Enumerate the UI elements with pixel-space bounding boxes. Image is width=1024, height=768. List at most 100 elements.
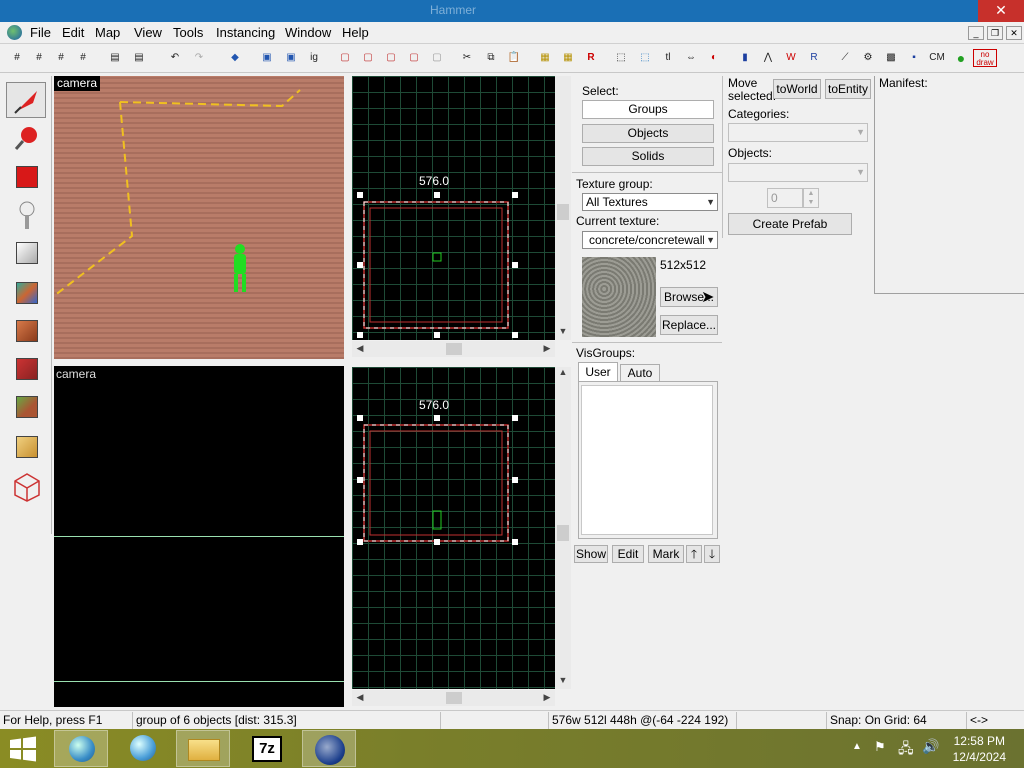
visgroups-mark-button[interactable]: Mark [648,545,684,563]
taskbar-7zip[interactable]: 7z [240,730,294,767]
cut-icon[interactable]: ✂ [458,49,476,67]
side-viewport-hscroll[interactable]: ◀ ▶ [352,690,555,706]
visgroups-edit-button[interactable]: Edit [612,545,644,563]
taskbar-ie-app[interactable] [116,730,170,767]
smoothing-icon[interactable]: ⟋ [836,49,854,67]
menu-tools[interactable]: Tools [173,25,203,40]
taskbar-file-explorer[interactable] [176,730,230,767]
decal-tool-icon[interactable] [6,350,46,386]
menu-view[interactable]: View [134,25,162,40]
camera-tool-icon[interactable] [6,158,46,194]
texture-scale-lock-icon[interactable]: ▦ [559,49,577,67]
window-minimize-button[interactable] [886,0,932,22]
prefab-count-input[interactable]: 0 [767,188,803,208]
select-solids-button[interactable]: Solids [582,147,714,166]
system-clock[interactable]: 12:58 PM 12/4/2024 [953,733,1006,765]
viewport-label-camera[interactable]: camera [54,76,101,91]
texture-preview-image[interactable] [582,257,656,337]
nodraw-icon[interactable]: no draw [973,49,997,67]
mdi-minimize-button[interactable]: _ [968,26,984,40]
view-3d-wire-icon[interactable]: ⋀ [759,49,777,67]
texture-tool-icon[interactable] [6,274,46,310]
select-groups-button[interactable]: Groups [582,100,714,119]
selection-tool-icon[interactable] [6,82,46,118]
paste-icon[interactable]: 📋 [505,49,523,67]
start-button[interactable] [8,736,38,762]
prefab-count-stepper[interactable]: ▲ ▼ [803,188,819,208]
redo-icon[interactable]: ↷ [190,49,208,67]
select-bounds-icon[interactable]: ⬚ [612,49,630,67]
mdi-restore-button[interactable]: ❐ [987,26,1003,40]
carve-icon[interactable]: ◆ [226,49,244,67]
selection-box-icon[interactable]: ⬚ [636,49,654,67]
taskbar-browser-app[interactable] [54,730,108,767]
visgroups-tab-user[interactable]: User [578,362,618,381]
network-icon[interactable]: 🖧 [898,738,914,762]
categories-select[interactable]: ▼ [728,123,868,142]
camera-3d-viewport[interactable]: camera [54,76,344,359]
create-prefab-button[interactable]: Create Prefab [728,213,852,235]
visgroups-list[interactable] [581,385,713,535]
visgroups-tab-auto[interactable]: Auto [620,364,660,381]
tray-overflow-icon[interactable]: ▲ [852,741,862,752]
magnify-tool-icon[interactable] [6,120,46,156]
entity-tool-icon[interactable] [6,196,46,232]
taskbar-hammer-editor[interactable] [302,730,356,767]
snap-toggle-icon[interactable]: tl [659,49,677,67]
grid-smaller-icon[interactable]: # [52,49,70,67]
radius-culling-icon[interactable]: R [582,49,600,67]
flip-vertical-icon[interactable]: ◐ [705,49,723,67]
volume-icon[interactable]: 🔊 [922,738,939,755]
show-hidden-icon[interactable]: ▢ [382,49,400,67]
menu-instancing[interactable]: Instancing [216,25,275,40]
menu-help[interactable]: Help [342,25,369,40]
vertex-tool-icon[interactable] [6,468,46,504]
manifest-list[interactable] [877,92,1023,292]
viewport-label-camera-2[interactable]: camera [56,367,96,381]
brush-icon[interactable]: ▪ [905,49,923,67]
side-viewport-vscroll[interactable]: ▲ ▼ [555,367,571,689]
undo-icon[interactable]: ↶ [166,49,184,67]
cordon-toggle-icon[interactable]: CM [926,49,948,67]
layers-icon[interactable]: ▤ [106,49,124,67]
menu-map[interactable]: Map [95,25,120,40]
camera-2-viewport[interactable]: camera [54,366,344,707]
block-tool-icon[interactable] [6,234,46,270]
visgroups-show-button[interactable]: Show [574,545,608,563]
visgroups-move-down-button[interactable]: 🡓 [704,545,720,563]
grid-larger-icon[interactable]: # [74,49,92,67]
mdi-close-button[interactable]: ✕ [1006,26,1022,40]
group-icon[interactable]: ▣ [258,49,276,67]
hide-unselected-icon[interactable]: ▢ [359,49,377,67]
clip-tool-icon[interactable] [6,428,46,464]
layers-alt-icon[interactable]: ▤ [130,49,148,67]
menu-window[interactable]: Window [285,25,331,40]
view-2d-icon[interactable]: ▮ [736,49,754,67]
side-2d-viewport[interactable]: 576.0 [352,367,555,689]
to-entity-button[interactable]: toEntity [825,79,871,99]
green-leaf-icon[interactable]: ● [952,49,970,67]
flip-horizontal-icon[interactable]: ⇔ [682,49,700,67]
top-viewport-hscroll[interactable]: ◀ ▶ [352,341,555,357]
texture-group-select[interactable]: All Textures ▼ [582,193,718,211]
ungroup-icon[interactable]: ▣ [282,49,300,67]
menu-file[interactable]: File [30,25,51,40]
unhide-icon[interactable]: ▢ [428,49,446,67]
entity-icon[interactable]: ⚙ [859,49,877,67]
menu-edit[interactable]: Edit [62,25,84,40]
select-objects-button[interactable]: Objects [582,124,714,143]
objects-select[interactable]: ▼ [728,163,868,182]
grid-3d-icon[interactable]: # [30,49,48,67]
ignore-grouping-icon[interactable]: ig [305,49,323,67]
view-3d-flat-icon[interactable]: W [782,49,800,67]
window-maximize-button[interactable] [932,0,978,22]
grid-toggle-icon[interactable]: # [8,49,26,67]
visgroups-move-up-button[interactable]: 🡑 [686,545,702,563]
top-viewport-vscroll[interactable]: ▼ [555,76,571,340]
quickhide-icon[interactable]: ▢ [405,49,423,67]
top-2d-viewport[interactable]: 576.0 [352,76,555,340]
to-world-button[interactable]: toWorld [773,79,821,99]
copy-icon[interactable]: ⧉ [482,49,500,67]
replace-texture-button[interactable]: Replace... [660,315,718,335]
hide-selected-icon[interactable]: ▢ [336,49,354,67]
